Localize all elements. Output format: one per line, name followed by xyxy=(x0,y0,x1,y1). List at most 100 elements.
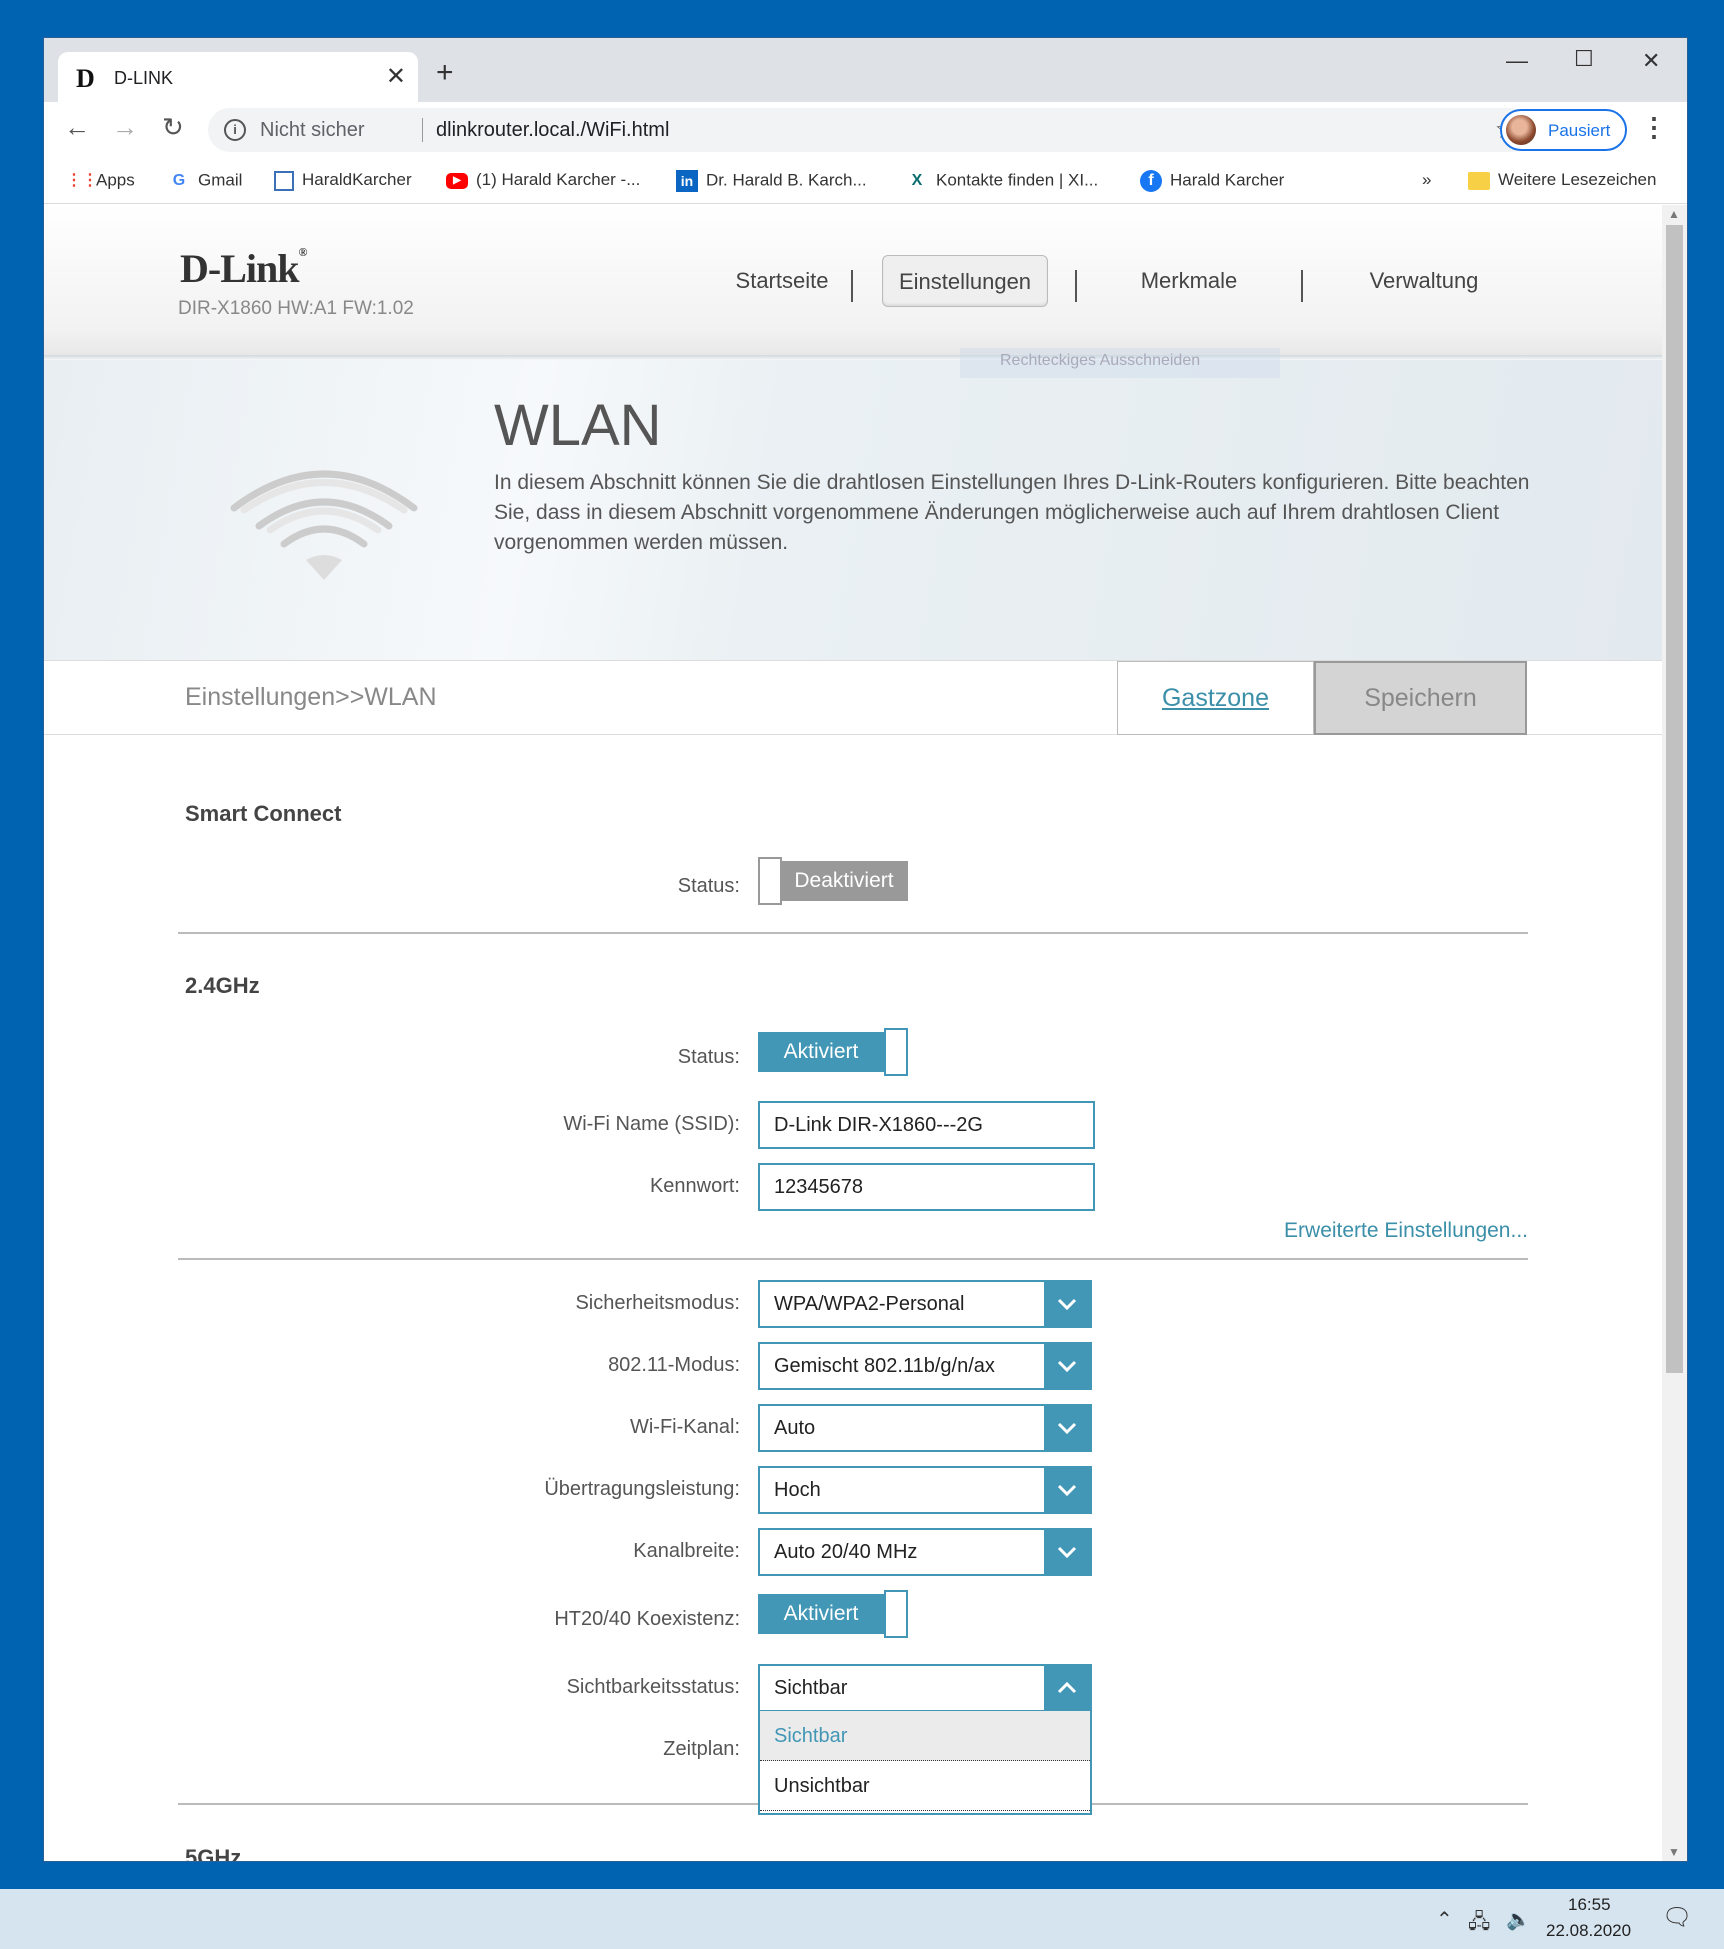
channel-width-label: Kanalbreite: xyxy=(633,1540,740,1562)
notifications-icon[interactable]: 🗨 xyxy=(1662,1903,1692,1932)
scroll-down-icon[interactable]: ▼ xyxy=(1668,1845,1680,1859)
tab-dlink[interactable]: D D-LINK ✕ xyxy=(58,52,418,102)
dlink-logo: D-Link® xyxy=(180,245,307,291)
url-text[interactable]: dlinkrouter.local./WiFi.html xyxy=(436,119,669,142)
profile-button[interactable]: Pausiert xyxy=(1500,109,1627,151)
bookmarks-overflow-icon[interactable]: » xyxy=(1422,170,1431,190)
bookmark-other[interactable]: Weitere Lesezeichen xyxy=(1468,170,1656,190)
security-mode-label: Sicherheitsmodus: xyxy=(575,1292,740,1314)
chevron-down-icon[interactable] xyxy=(1044,1406,1090,1450)
guest-zone-button[interactable]: Gastzone xyxy=(1117,661,1314,735)
nav-merkmale[interactable]: Merkmale xyxy=(1104,255,1274,307)
bookmark-facebook[interactable]: f Harald Karcher xyxy=(1140,170,1284,192)
advanced-settings-link[interactable]: Erweiterte Einstellungen... xyxy=(1284,1219,1528,1243)
chevron-down-icon[interactable] xyxy=(1044,1468,1090,1512)
bookmark-gmail[interactable]: G Gmail xyxy=(168,170,243,192)
tx-power-select[interactable]: Hoch xyxy=(758,1466,1092,1514)
linkedin-icon: in xyxy=(676,170,698,192)
volume-icon[interactable]: 🔈 xyxy=(1506,1907,1531,1932)
bookmarks-bar: ⋮⋮Apps G Gmail HaraldKarcher ▶ (1) Harald … xyxy=(44,158,1687,204)
facebook-icon: f xyxy=(1140,170,1162,192)
coexistence-label: HT20/40 Koexistenz: xyxy=(554,1608,740,1630)
page-title: WLAN xyxy=(494,393,662,458)
model-info: DIR-X1860 HW:A1 FW:1.02 xyxy=(178,298,414,319)
save-button[interactable]: Speichern xyxy=(1314,661,1527,735)
forward-icon[interactable]: → xyxy=(112,112,138,143)
page-description: In diesem Abschnitt können Sie die draht… xyxy=(494,471,1530,554)
ssid-input[interactable]: D-Link DIR-X1860---2G xyxy=(758,1101,1095,1149)
page-scrollbar[interactable]: ▲ ▼ xyxy=(1662,205,1687,1861)
minimize-icon[interactable]: — xyxy=(1506,48,1528,74)
clock-date[interactable]: 22.08.2020 xyxy=(1546,1921,1631,1941)
wifi-mode-label: 802.11-Modus: xyxy=(608,1354,740,1376)
nav-startseite[interactable]: Startseite xyxy=(692,255,872,307)
maximize-icon[interactable]: ☐ xyxy=(1574,46,1594,72)
dropdown-option-sichtbar[interactable]: Sichtbar xyxy=(760,1711,1090,1761)
band-5-title: 5GHz xyxy=(185,1845,242,1861)
coexistence-toggle[interactable]: Aktiviert xyxy=(758,1590,908,1638)
bookmark-haraldkarcher[interactable]: HaraldKarcher xyxy=(274,170,412,191)
not-secure-label: Nicht sicher xyxy=(260,119,365,141)
router-header: D-Link® DIR-X1860 HW:A1 FW:1.02 Startsei… xyxy=(44,205,1662,360)
chevron-up-icon[interactable] xyxy=(1044,1666,1090,1710)
password-label: Kennwort: xyxy=(649,1175,740,1197)
xing-icon: X xyxy=(911,172,923,189)
scroll-thumb[interactable] xyxy=(1666,225,1683,1373)
bookmark-apps[interactable]: ⋮⋮Apps xyxy=(66,170,135,192)
profile-status: Pausiert xyxy=(1548,121,1611,140)
band-24-status-toggle[interactable]: Aktiviert xyxy=(758,1028,908,1076)
channel-label: Wi-Fi-Kanal: xyxy=(629,1416,740,1438)
nav-separator xyxy=(851,270,853,302)
tray-overflow-icon[interactable]: ⌃ xyxy=(1436,1907,1453,1932)
apps-grid-icon: ⋮⋮ xyxy=(66,172,98,189)
visibility-label: Sichtbarkeitsstatus: xyxy=(566,1676,740,1698)
dropdown-option-unsichtbar[interactable]: Unsichtbar xyxy=(760,1761,1090,1811)
chevron-down-icon[interactable] xyxy=(1044,1282,1090,1326)
select-value: WPA/WPA2-Personal xyxy=(774,1293,965,1315)
address-bar[interactable]: i Nicht sicher dlinkrouter.local./WiFi.h… xyxy=(208,108,1532,152)
wifi-mode-select[interactable]: Gemischt 802.11b/g/n/ax xyxy=(758,1342,1092,1390)
select-value: Gemischt 802.11b/g/n/ax xyxy=(774,1355,995,1377)
security-mode-select[interactable]: WPA/WPA2-Personal xyxy=(758,1280,1092,1328)
visibility-select[interactable]: Sichtbar xyxy=(758,1664,1092,1712)
new-tab-button[interactable]: + xyxy=(436,58,454,88)
network-icon[interactable]: 🖧 xyxy=(1468,1907,1490,1941)
bookmark-xing[interactable]: X Kontakte finden | XI... xyxy=(906,170,1099,192)
chevron-down-icon[interactable] xyxy=(1044,1530,1090,1574)
back-icon[interactable]: ← xyxy=(64,112,90,143)
wlan-banner: WLAN In diesem Abschnitt können Sie die … xyxy=(44,360,1662,660)
smart-connect-status-label: Status: xyxy=(677,875,740,897)
breadcrumb: Einstellungen>>WLAN xyxy=(185,683,437,711)
youtube-icon: ▶ xyxy=(446,172,468,189)
toggle-knob xyxy=(758,857,782,905)
browser-window: D D-LINK ✕ + — ☐ ✕ ← → ↻ i Nicht sicher … xyxy=(44,38,1687,1861)
toggle-state: Deaktiviert xyxy=(780,861,908,901)
schedule-label: Zeitplan: xyxy=(663,1738,740,1760)
chevron-down-icon[interactable] xyxy=(1044,1344,1090,1388)
nav-verwaltung[interactable]: Verwaltung xyxy=(1314,255,1534,307)
bookmark-youtube[interactable]: ▶ (1) Harald Karcher -... xyxy=(446,170,640,190)
close-window-icon[interactable]: ✕ xyxy=(1642,48,1660,74)
smart-connect-toggle[interactable]: Deaktiviert xyxy=(758,857,908,905)
band-24-status-label: Status: xyxy=(677,1046,740,1068)
bookmark-linkedin[interactable]: in Dr. Harald B. Karch... xyxy=(676,170,867,192)
password-input[interactable]: 12345678 xyxy=(758,1163,1095,1211)
clock-time[interactable]: 16:55 xyxy=(1568,1895,1611,1915)
folder-icon xyxy=(1468,171,1490,190)
browser-toolbar: ← → ↻ i Nicht sicher dlinkrouter.local./… xyxy=(44,102,1687,158)
close-tab-icon[interactable]: ✕ xyxy=(386,62,406,91)
wifi-icon xyxy=(230,470,418,580)
channel-width-select[interactable]: Auto 20/40 MHz xyxy=(758,1528,1092,1576)
info-icon[interactable]: i xyxy=(224,119,246,141)
browser-menu-icon[interactable]: ⋮ xyxy=(1641,112,1667,143)
google-icon: G xyxy=(172,172,186,189)
reload-icon[interactable]: ↻ xyxy=(162,112,184,143)
smart-connect-title: Smart Connect xyxy=(185,801,342,826)
section-divider xyxy=(178,1258,1528,1260)
channel-select[interactable]: Auto xyxy=(758,1404,1092,1452)
nav-einstellungen[interactable]: Einstellungen xyxy=(882,255,1048,307)
scroll-up-icon[interactable]: ▲ xyxy=(1668,207,1680,221)
ssid-label: Wi-Fi Name (SSID): xyxy=(563,1113,740,1135)
visibility-dropdown: Sichtbar Unsichtbar xyxy=(758,1711,1092,1815)
toggle-knob xyxy=(884,1028,908,1076)
